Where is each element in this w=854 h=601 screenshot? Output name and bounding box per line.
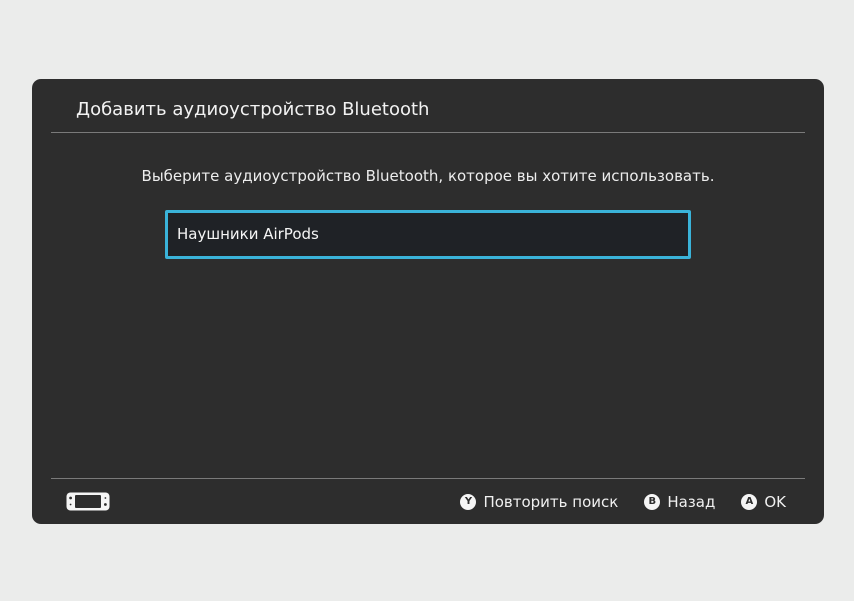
y-button-icon: Y bbox=[460, 494, 477, 510]
device-label: Наушники AirPods bbox=[177, 225, 319, 243]
a-button-icon: A bbox=[741, 494, 758, 510]
device-item-airpods[interactable]: Наушники AirPods bbox=[165, 210, 691, 259]
b-button-icon: B bbox=[644, 494, 661, 510]
instruction-text: Выберите аудиоустройство Bluetooth, кото… bbox=[141, 167, 715, 185]
ok-button[interactable]: A OK bbox=[741, 493, 786, 511]
switch-console-icon bbox=[66, 492, 110, 511]
bluetooth-dialog: Добавить аудиоустройство Bluetooth Выбер… bbox=[32, 79, 824, 524]
ok-label: OK bbox=[764, 493, 786, 511]
header-divider bbox=[51, 132, 805, 133]
dialog-title: Добавить аудиоустройство Bluetooth bbox=[76, 99, 430, 120]
button-hints: Y Повторить поиск B Назад A OK bbox=[460, 492, 786, 512]
retry-search-button[interactable]: Y Повторить поиск bbox=[460, 493, 618, 511]
footer-divider bbox=[51, 478, 805, 479]
back-button[interactable]: B Назад bbox=[644, 493, 715, 511]
back-label: Назад bbox=[667, 493, 716, 511]
retry-search-label: Повторить поиск bbox=[483, 493, 619, 511]
